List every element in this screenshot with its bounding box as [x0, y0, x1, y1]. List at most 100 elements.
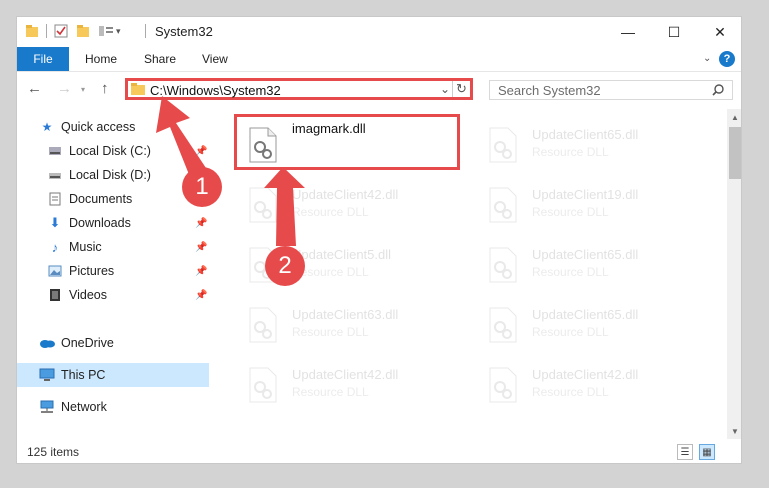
file-description: Resource DLL	[532, 385, 609, 399]
search-icon[interactable]	[712, 84, 724, 96]
customize-toolbar-icon[interactable]	[98, 24, 114, 38]
video-icon	[47, 287, 63, 303]
tab-file[interactable]: File	[17, 47, 69, 71]
sidebar-item-downloads[interactable]: ⬇ Downloads 📌	[17, 211, 209, 235]
vertical-scrollbar[interactable]: ▲ ▼	[727, 109, 741, 439]
sidebar-item-label: Music	[69, 240, 102, 254]
sidebar-item-label: OneDrive	[61, 336, 114, 350]
pin-icon[interactable]: 📌	[195, 218, 207, 229]
tab-view[interactable]: View	[202, 47, 228, 71]
sidebar-item-label: This PC	[61, 368, 106, 382]
dll-file-icon	[249, 307, 277, 343]
sidebar-item-local-disk-d[interactable]: Local Disk (D:)	[17, 163, 209, 187]
expand-ribbon-icon[interactable]: ⌄	[703, 53, 711, 64]
sidebar-item-quick-access[interactable]: ★ Quick access	[17, 115, 209, 139]
up-arrow-icon[interactable]: ↑	[101, 80, 109, 97]
download-icon: ⬇	[49, 215, 61, 230]
scroll-up-icon[interactable]: ▲	[727, 109, 741, 125]
sidebar-item-music[interactable]: ♪ Music 📌	[17, 235, 209, 259]
sidebar-item-label: Quick access	[61, 120, 136, 134]
file-highlight-box	[234, 114, 460, 170]
file-item[interactable]: UpdateClient42.dll Resource DLL	[237, 177, 465, 233]
dll-file-icon	[489, 307, 517, 343]
star-icon: ★	[41, 120, 53, 134]
file-description: Resource DLL	[532, 325, 609, 339]
file-item[interactable]: UpdateClient42.dll Resource DLL	[237, 357, 465, 413]
drive-icon	[47, 167, 63, 183]
pin-icon[interactable]: 📌	[195, 266, 207, 277]
drive-icon	[47, 143, 63, 159]
back-arrow-icon[interactable]: ←	[27, 80, 42, 97]
pin-icon[interactable]: 📌	[195, 242, 207, 253]
dll-file-icon	[249, 367, 277, 403]
minimize-button[interactable]: —	[605, 17, 651, 47]
sidebar-item-label: Downloads	[69, 216, 131, 230]
properties-icon[interactable]	[54, 24, 68, 38]
file-item[interactable]: UpdateClient63.dll Resource DLL	[237, 297, 465, 353]
file-name: UpdateClient65.dll	[532, 307, 639, 322]
file-description: Resource DLL	[292, 385, 369, 399]
search-box[interactable]: Search System32	[489, 80, 733, 100]
details-view-icon[interactable]: ☰	[677, 444, 693, 460]
file-name: UpdateClient19.dll	[532, 187, 639, 202]
navigation-pane: ★ Quick access Local Disk (C:) 📌 Local D…	[17, 109, 209, 437]
scroll-down-icon[interactable]: ▼	[727, 423, 741, 439]
sidebar-item-this-pc[interactable]: This PC	[17, 363, 209, 387]
sidebar-item-onedrive[interactable]: OneDrive	[17, 331, 209, 355]
help-button[interactable]: ?	[719, 51, 735, 67]
explorer-window: ▾ System32 — ☐ ✕ File Home Share View ⌄ …	[16, 16, 742, 464]
title-bar: ▾ System32 — ☐ ✕	[17, 17, 741, 47]
pin-icon[interactable]: 📌	[195, 146, 207, 157]
navigation-bar: ← → ▾ ↑ C:\Windows\System32 ⌄ ↻ Search S…	[17, 72, 741, 108]
file-description: Resource DLL	[532, 205, 609, 219]
dll-file-icon	[489, 127, 517, 163]
pin-icon[interactable]: 📌	[195, 290, 207, 301]
music-icon: ♪	[51, 239, 59, 255]
sidebar-item-network[interactable]: Network	[17, 395, 209, 419]
folder-icon[interactable]	[25, 24, 39, 38]
tab-share[interactable]: Share	[144, 47, 176, 71]
search-input[interactable]: Search System32	[498, 83, 601, 98]
recent-locations-icon[interactable]: ▾	[81, 85, 85, 94]
document-icon	[47, 191, 63, 207]
scroll-thumb[interactable]	[729, 127, 741, 179]
sidebar-item-label: Documents	[69, 192, 133, 206]
file-description: Resource DLL	[292, 325, 369, 339]
file-item[interactable]: UpdateClient19.dll Resource DLL	[477, 177, 705, 233]
sidebar-item-videos[interactable]: Videos 📌	[17, 283, 209, 307]
address-dropdown-icon[interactable]: ⌄	[440, 82, 450, 96]
sidebar-item-documents[interactable]: Documents	[17, 187, 209, 211]
computer-icon	[39, 367, 55, 383]
refresh-icon[interactable]: ↻	[456, 81, 467, 97]
tiles-view-icon[interactable]: ▦	[699, 444, 715, 460]
sidebar-item-pictures[interactable]: Pictures 📌	[17, 259, 209, 283]
step-2-badge: 2	[265, 246, 305, 286]
file-description: Resource DLL	[292, 205, 369, 219]
step-1-badge: 1	[182, 167, 222, 207]
file-item[interactable]: UpdateClient65.dll Resource DLL	[477, 297, 705, 353]
file-name: UpdateClient42.dll	[532, 367, 639, 382]
toolbar-dropdown-icon[interactable]: ▾	[116, 26, 121, 37]
status-bar: 125 items ☰ ▦	[17, 440, 741, 463]
close-button[interactable]: ✕	[697, 17, 741, 47]
tab-home[interactable]: Home	[85, 47, 117, 71]
sidebar-item-label: Pictures	[69, 264, 115, 278]
folder-icon	[131, 83, 145, 95]
file-item[interactable]: UpdateClient65.dll Resource DLL	[477, 237, 705, 293]
file-name: UpdateClient42.dll	[292, 367, 399, 382]
maximize-button[interactable]: ☐	[651, 17, 697, 47]
file-name: UpdateClient5.dll	[292, 247, 392, 262]
file-item[interactable]: UpdateClient65.dll Resource DLL	[477, 117, 705, 173]
forward-arrow-icon[interactable]: →	[57, 80, 72, 97]
new-folder-icon[interactable]	[76, 24, 90, 38]
address-divider	[452, 81, 453, 97]
window-title: System32	[155, 24, 213, 39]
dll-file-icon	[489, 367, 517, 403]
dll-file-icon	[489, 247, 517, 283]
sidebar-item-local-disk-c[interactable]: Local Disk (C:) 📌	[17, 139, 209, 163]
address-bar[interactable]: C:\Windows\System32 ⌄ ↻	[125, 78, 473, 100]
title-divider	[145, 24, 146, 38]
file-item[interactable]: UpdateClient42.dll Resource DLL	[477, 357, 705, 413]
sidebar-item-label: Local Disk (C:)	[69, 144, 151, 158]
dll-file-icon	[489, 187, 517, 223]
